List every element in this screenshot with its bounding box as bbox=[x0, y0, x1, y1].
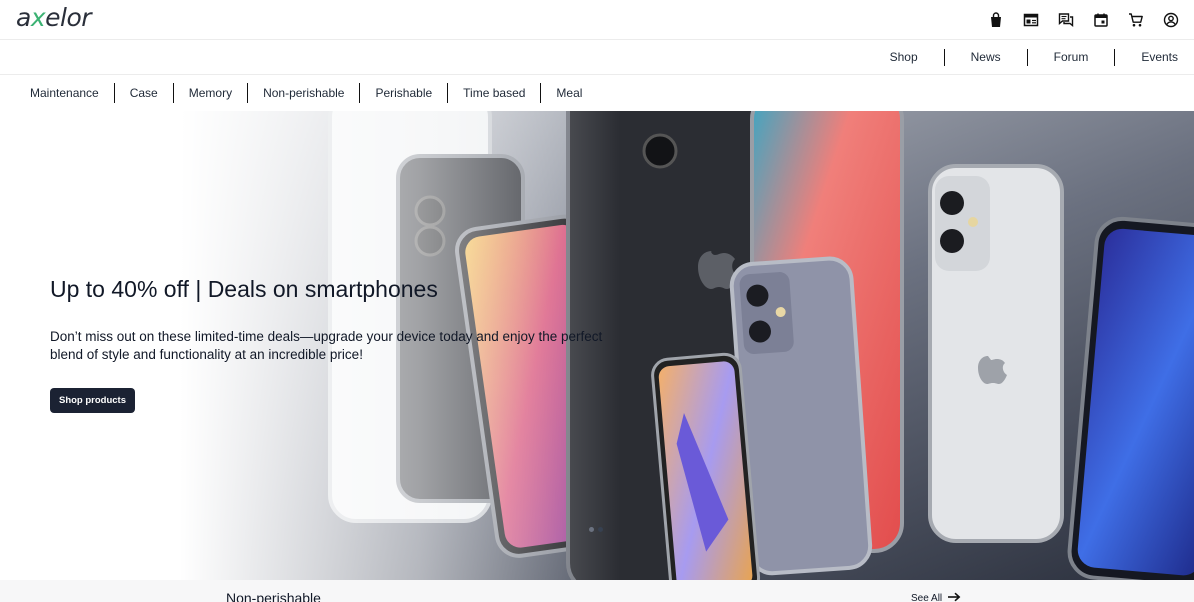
hero-title: Up to 40% off | Deals on smartphones bbox=[50, 276, 438, 302]
category-memory[interactable]: Memory bbox=[172, 83, 247, 103]
category-non-perishable[interactable]: Non-perishable bbox=[247, 83, 359, 103]
see-all-link[interactable]: See All bbox=[911, 592, 961, 602]
shop-products-button[interactable]: Shop products bbox=[50, 388, 135, 413]
shopping-bag-icon[interactable] bbox=[987, 11, 1005, 29]
calendar-icon[interactable] bbox=[1092, 11, 1110, 29]
nav-item-shop[interactable]: Shop bbox=[890, 49, 944, 66]
dashboard-icon[interactable] bbox=[1022, 11, 1040, 29]
nav-item-events[interactable]: Events bbox=[1114, 49, 1178, 66]
arrow-right-icon bbox=[947, 592, 961, 602]
logo-text-elor: elor bbox=[45, 3, 92, 32]
axelor-logo[interactable]: axelor bbox=[16, 3, 92, 32]
carousel-indicators bbox=[589, 527, 603, 532]
carousel-dot-2[interactable] bbox=[598, 527, 603, 532]
category-maintenance[interactable]: Maintenance bbox=[30, 83, 114, 103]
primary-nav: Shop News Forum Events bbox=[0, 40, 1194, 75]
chat-icon[interactable] bbox=[1057, 11, 1075, 29]
hero-subtitle: Don’t miss out on these limited-time dea… bbox=[50, 329, 603, 362]
carousel-dot-1[interactable] bbox=[589, 527, 594, 532]
logo-text-a: a bbox=[16, 3, 31, 32]
section-title: Non-perishable bbox=[226, 590, 321, 602]
see-all-label: See All bbox=[911, 593, 943, 602]
top-header: axelor bbox=[0, 0, 1194, 40]
category-time-based[interactable]: Time based bbox=[447, 83, 540, 103]
logo-text-x: x bbox=[30, 3, 46, 32]
category-perishable[interactable]: Perishable bbox=[359, 83, 447, 103]
category-bar: Maintenance Case Memory Non-perishable P… bbox=[0, 75, 1194, 111]
header-icons bbox=[987, 11, 1180, 29]
category-meal[interactable]: Meal bbox=[540, 83, 597, 103]
account-icon[interactable] bbox=[1162, 11, 1180, 29]
category-case[interactable]: Case bbox=[113, 83, 173, 103]
nav-item-forum[interactable]: Forum bbox=[1026, 49, 1115, 66]
cart-icon[interactable] bbox=[1127, 11, 1145, 29]
nav-item-news[interactable]: News bbox=[943, 49, 1027, 66]
hero-banner: Up to 40% off | Deals on smartphones Don… bbox=[0, 111, 1194, 580]
non-perishable-section: Non-perishable See All bbox=[0, 580, 1194, 602]
